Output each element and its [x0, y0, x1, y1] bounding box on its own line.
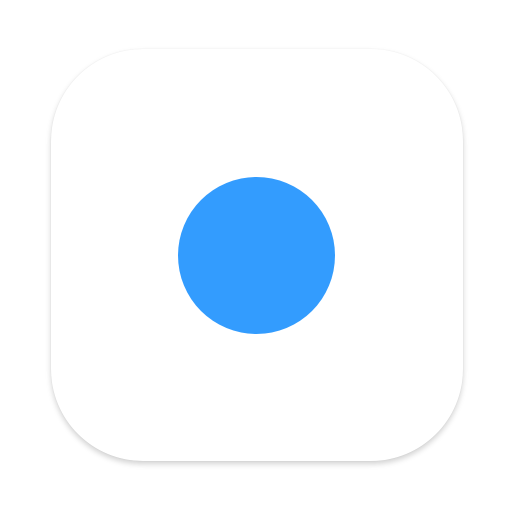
- app-icon[interactable]: [51, 49, 463, 461]
- icon-canvas: [0, 0, 512, 512]
- blue-dot-icon: [178, 177, 335, 334]
